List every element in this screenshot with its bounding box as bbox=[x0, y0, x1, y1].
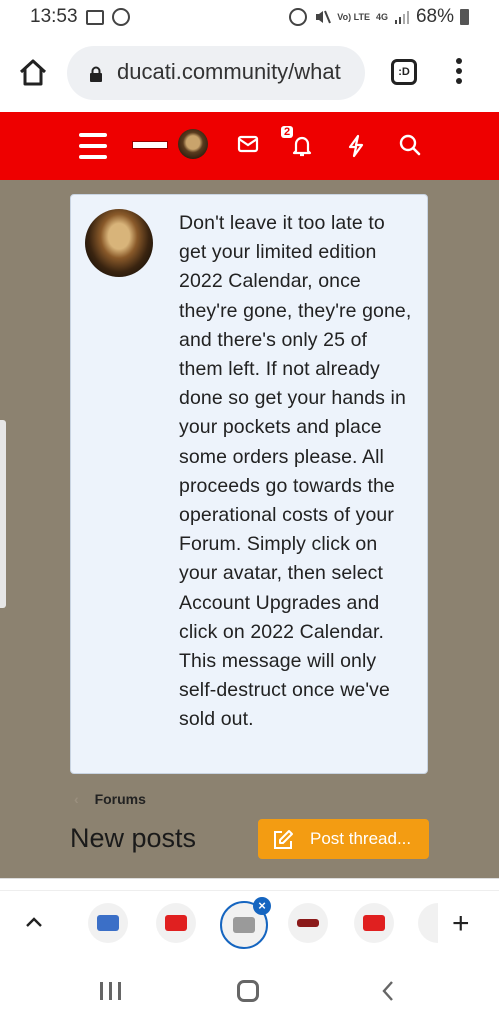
breadcrumb-forums-link[interactable]: Forums bbox=[95, 791, 146, 807]
post-thread-button[interactable]: Post thread... bbox=[258, 819, 429, 859]
alarm-icon bbox=[289, 8, 308, 26]
mute-icon bbox=[316, 10, 332, 24]
notice-card: Don't leave it too late to get your limi… bbox=[70, 194, 428, 774]
hamburger-icon[interactable] bbox=[79, 133, 107, 166]
gmail-icon bbox=[85, 9, 104, 25]
breadcrumb[interactable]: ‹ Forums bbox=[74, 791, 146, 807]
tab-thumbnail-4[interactable] bbox=[288, 903, 328, 943]
battery-icon bbox=[460, 9, 469, 25]
bell-icon[interactable] bbox=[291, 134, 313, 158]
page-title: New posts bbox=[70, 823, 197, 853]
notice-author-avatar bbox=[85, 209, 153, 277]
status-bar: 13:53 Vo) LTE 4G 68% bbox=[0, 0, 499, 36]
battery-percent: 68% bbox=[415, 6, 454, 27]
side-scroll-handle[interactable] bbox=[0, 420, 6, 608]
site-favicon bbox=[165, 915, 187, 931]
system-nav-bar bbox=[0, 960, 499, 1024]
overflow-menu-icon[interactable] bbox=[456, 58, 462, 88]
tab-thumbnail-1[interactable] bbox=[88, 903, 128, 943]
tab-thumbnail-6[interactable] bbox=[418, 903, 438, 943]
notice-text: Don't leave it too late to get your limi… bbox=[179, 212, 412, 731]
chevron-up-icon[interactable] bbox=[25, 915, 43, 929]
plus-icon[interactable]: + bbox=[452, 907, 470, 941]
whatsapp-icon bbox=[111, 8, 130, 26]
address-bar[interactable]: ducati.community/what bbox=[67, 46, 365, 100]
site-favicon bbox=[233, 917, 255, 933]
signal-icon bbox=[394, 11, 409, 24]
bolt-icon[interactable] bbox=[347, 134, 365, 158]
site-favicon bbox=[363, 915, 385, 931]
search-icon[interactable] bbox=[399, 134, 421, 156]
user-avatar[interactable] bbox=[178, 129, 208, 159]
site-favicon bbox=[97, 915, 119, 931]
chevron-left-icon: ‹ bbox=[74, 791, 79, 807]
browser-toolbar: ducati.community/what :D bbox=[0, 36, 499, 112]
recent-apps-icon[interactable] bbox=[100, 982, 121, 1000]
home-icon[interactable] bbox=[18, 58, 48, 88]
post-thread-label: Post thread... bbox=[310, 829, 412, 848]
site-logo[interactable] bbox=[132, 141, 168, 149]
site-favicon bbox=[297, 919, 319, 927]
url-text: ducati.community/what bbox=[117, 59, 341, 84]
lock-icon bbox=[90, 66, 102, 82]
tab-strip: × + bbox=[0, 890, 499, 961]
network-type: 4G bbox=[375, 11, 388, 22]
tab-thumbnail-5[interactable] bbox=[354, 903, 394, 943]
tabs-icon[interactable]: :D bbox=[391, 59, 417, 85]
envelope-icon[interactable] bbox=[237, 134, 259, 154]
site-header: 2 bbox=[0, 112, 499, 180]
close-tab-icon[interactable]: × bbox=[253, 897, 271, 915]
edit-icon bbox=[274, 830, 293, 849]
home-icon[interactable] bbox=[237, 980, 259, 1002]
status-time: 13:53 bbox=[30, 6, 78, 27]
back-icon[interactable] bbox=[380, 979, 396, 1003]
tab-thumbnail-2[interactable] bbox=[156, 903, 196, 943]
network-label: Vo) LTE bbox=[337, 11, 370, 22]
